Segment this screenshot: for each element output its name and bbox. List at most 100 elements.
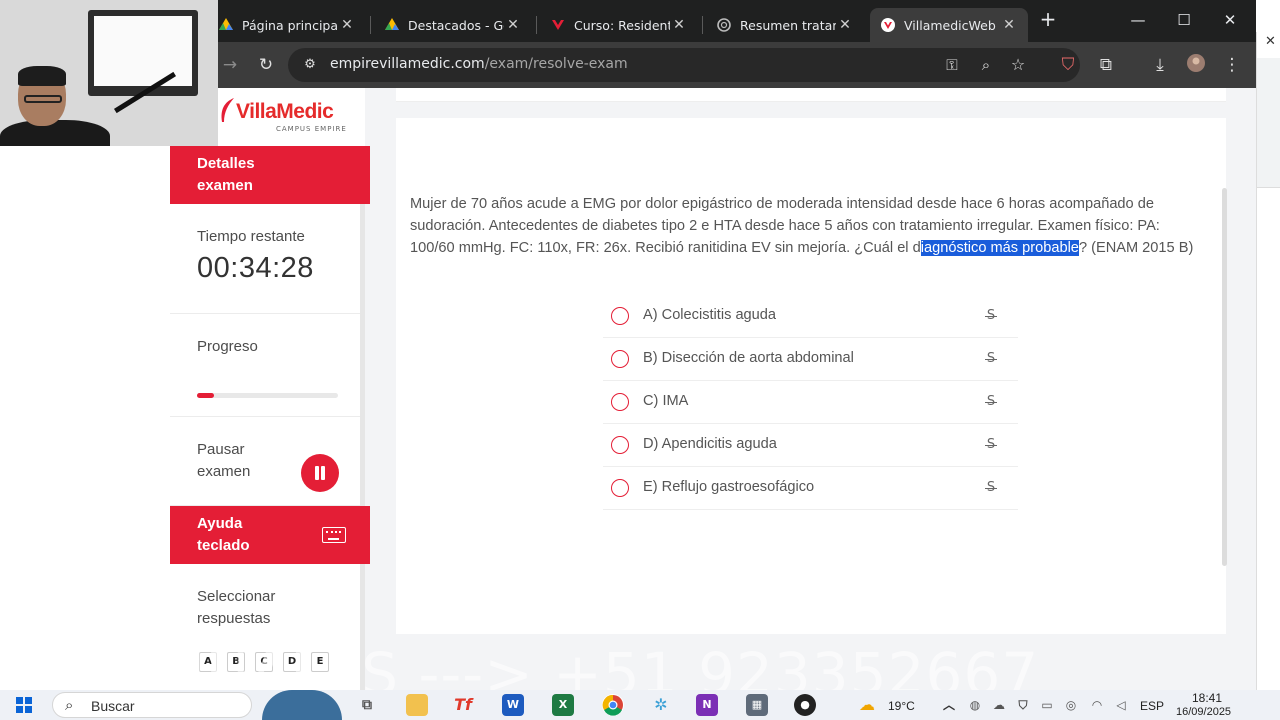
task-view-icon[interactable]: ⧉: [356, 694, 378, 716]
option-d[interactable]: D) Apendicitis aguda S: [603, 424, 1018, 467]
option-b[interactable]: B) Disección de aorta abdominal S: [603, 338, 1018, 381]
close-tab-icon[interactable]: ✕: [338, 17, 356, 33]
close-window-button[interactable]: ✕: [1210, 6, 1250, 34]
password-key-icon[interactable]: ⚿: [940, 53, 964, 77]
maximize-button[interactable]: ☐: [1164, 6, 1204, 34]
weather-temperature: 19°C: [888, 699, 915, 713]
answer-key-e[interactable]: E: [311, 652, 329, 672]
url-text[interactable]: empirevillamedic.com/exam/resolve-exam: [330, 56, 628, 72]
content-scrollbar[interactable]: [1222, 188, 1227, 566]
villamedic-icon: [880, 17, 896, 33]
close-tab-icon[interactable]: ✕: [670, 17, 688, 33]
tray-app-icon[interactable]: ◍: [964, 694, 986, 716]
progress-bar-fill: [197, 393, 214, 398]
pinwheel-app-icon[interactable]: ✲: [650, 694, 672, 716]
close-tab-icon[interactable]: ✕: [504, 17, 522, 33]
excel-icon[interactable]: X: [552, 694, 574, 716]
strikethrough-icon[interactable]: S: [984, 307, 998, 325]
url-path: /exam/resolve-exam: [484, 56, 628, 72]
reload-icon[interactable]: ↻: [254, 53, 278, 77]
option-label: B) Disección de aorta abdominal: [643, 350, 854, 366]
answer-key-a[interactable]: A: [199, 652, 217, 672]
input-language[interactable]: ESP: [1140, 699, 1164, 713]
tray-cloud-icon[interactable]: ☁: [988, 694, 1010, 716]
tray-chevron-icon[interactable]: ︿: [938, 694, 960, 716]
minimize-button[interactable]: —: [1118, 6, 1158, 34]
clock-time[interactable]: 18:41: [1192, 691, 1222, 705]
question-text: Mujer de 70 años acude a EMG por dolor e…: [410, 193, 1200, 259]
strikethrough-icon[interactable]: S: [984, 436, 998, 454]
weather-icon[interactable]: ☁: [856, 694, 878, 716]
close-icon[interactable]: ✕: [1265, 34, 1276, 49]
address-bar[interactable]: ⚙ empirevillamedic.com/exam/resolve-exam…: [288, 48, 1080, 82]
radio-button[interactable]: [611, 393, 629, 411]
onenote-icon[interactable]: N: [696, 694, 718, 716]
option-e[interactable]: E) Reflujo gastroesofágico S: [603, 467, 1018, 510]
speaker-icon[interactable]: ◁: [1110, 694, 1132, 716]
windows-start-icon[interactable]: [16, 697, 32, 717]
profile-avatar[interactable]: [1184, 53, 1208, 77]
radio-button[interactable]: [611, 350, 629, 368]
tray-battery-icon[interactable]: ▭: [1036, 694, 1058, 716]
answer-key-d[interactable]: D: [283, 652, 301, 672]
select-answers-label: Seleccionar respuestas: [197, 588, 276, 627]
answer-key-b[interactable]: B: [227, 652, 245, 672]
pause-button[interactable]: [301, 454, 339, 492]
download-icon[interactable]: ⤓: [1148, 53, 1172, 77]
progress-section: Progreso: [170, 314, 360, 417]
radio-button[interactable]: [611, 436, 629, 454]
taskbar-search[interactable]: ⌕ Buscar: [52, 692, 252, 718]
strikethrough-icon[interactable]: S: [984, 350, 998, 368]
question-text-after: ? (ENAM 2015 B): [1078, 240, 1194, 256]
tab-destacados[interactable]: Destacados - Goo ✕: [374, 8, 532, 42]
clock-date[interactable]: 16/09/2025: [1176, 706, 1231, 718]
file-explorer-icon[interactable]: [406, 694, 428, 716]
tab-villamedicweb[interactable]: VillamedicWeb ✕: [870, 8, 1028, 42]
progress-bar: [197, 393, 338, 398]
wifi-icon[interactable]: ◠: [1086, 694, 1108, 716]
tray-app2-icon[interactable]: ◎: [1060, 694, 1082, 716]
widget-globe-icon[interactable]: [262, 690, 342, 720]
strikethrough-icon[interactable]: S: [984, 479, 998, 497]
obs-icon[interactable]: ●: [794, 694, 816, 716]
close-tab-icon[interactable]: ✕: [1000, 17, 1018, 33]
drive-icon: [384, 17, 400, 33]
option-c[interactable]: C) IMA S: [603, 381, 1018, 424]
tab-separator: [370, 16, 371, 34]
zoom-icon[interactable]: ⌕: [974, 53, 998, 77]
option-label: E) Reflujo gastroesofágico: [643, 479, 815, 495]
keyboard-help-header[interactable]: Ayuda teclado: [170, 506, 370, 564]
shield-extension-icon[interactable]: ⛉: [1056, 53, 1080, 77]
radio-button[interactable]: [611, 479, 629, 497]
webcam-overlay: [0, 0, 218, 146]
tab-resumen[interactable]: Resumen tratamie ✕: [706, 8, 864, 42]
keyboard-help-label: Ayuda teclado: [197, 515, 250, 554]
strikethrough-icon[interactable]: S: [984, 393, 998, 411]
close-tab-icon[interactable]: ✕: [836, 17, 854, 33]
tab-strip: Página principal ✕ Destacados - Goo ✕ Cu…: [170, 0, 1256, 42]
exam-page: VillaMedic CAMPUS EMPIRE Detalles examen…: [170, 88, 1256, 690]
feather-icon: [221, 98, 234, 122]
menu-icon[interactable]: ⋮: [1220, 53, 1244, 77]
exam-details-header[interactable]: Detalles examen: [170, 146, 370, 204]
option-a[interactable]: A) Colecistitis aguda S: [603, 295, 1018, 338]
extensions-icon[interactable]: ⧉: [1094, 53, 1118, 77]
tab-title: Destacados - Goo: [408, 17, 504, 33]
word-icon[interactable]: W: [502, 694, 524, 716]
forward-icon[interactable]: →: [218, 53, 242, 77]
tf-app-icon[interactable]: Tf: [452, 694, 474, 716]
bookmark-star-icon[interactable]: ☆: [1006, 53, 1030, 77]
site-settings-icon[interactable]: ⚙: [298, 53, 322, 77]
calculator-icon[interactable]: ▦: [746, 694, 768, 716]
new-tab-button[interactable]: +: [1036, 8, 1060, 32]
openai-icon: [716, 17, 732, 33]
question-selected-text: iagnóstico más probable: [920, 240, 1079, 256]
tray-security-icon[interactable]: ⛉: [1012, 694, 1034, 716]
radio-button[interactable]: [611, 307, 629, 325]
answer-key-c[interactable]: C: [255, 652, 273, 672]
tab-curso[interactable]: Curso: Residentado ✕: [540, 8, 698, 42]
browser-window: Página principal ✕ Destacados - Goo ✕ Cu…: [170, 0, 1256, 690]
tab-pagina-principal[interactable]: Página principal ✕: [208, 8, 366, 42]
chrome-icon[interactable]: [602, 694, 624, 716]
search-label: Buscar: [91, 698, 135, 714]
